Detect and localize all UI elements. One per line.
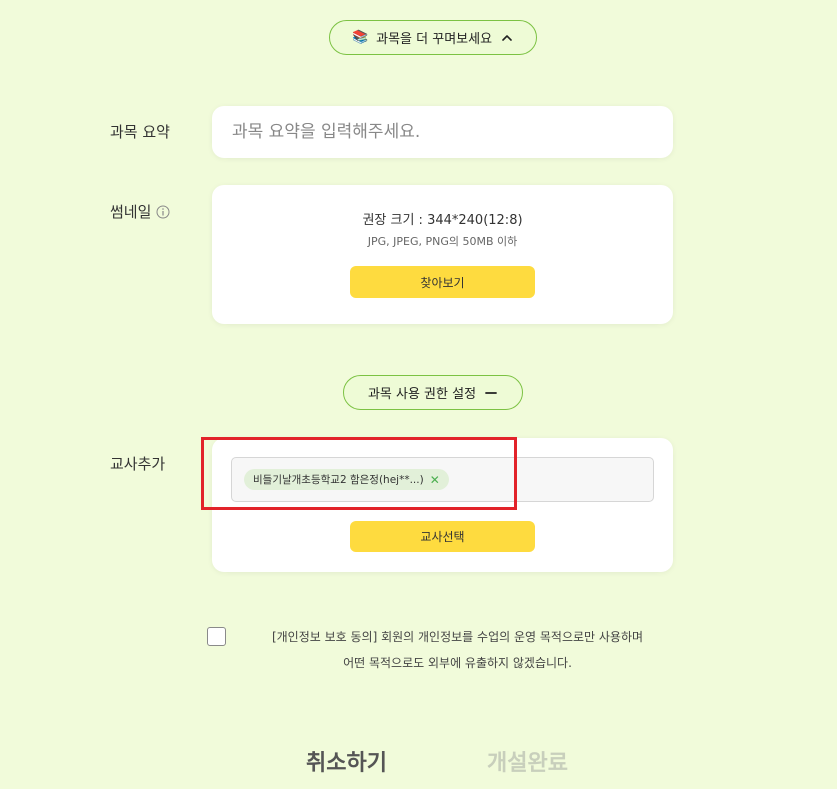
thumbnail-card: 권장 크기 : 344*240(12:8) JPG, JPEG, PNG의 50… (212, 185, 673, 324)
minus-icon (485, 391, 497, 394)
complete-button[interactable]: 개설완료 (487, 745, 568, 777)
permission-toggle-label: 과목 사용 권한 설정 (367, 387, 477, 402)
consent-text: [개인정보 보호 동의] 회원의 개인정보를 수업의 운영 목적으로만 사용하며… (230, 624, 685, 676)
select-teacher-button[interactable]: 교사선택 (350, 521, 535, 552)
consent-line-2: 어떤 목적으로도 외부에 유출하지 않겠습니다. (343, 656, 572, 670)
decorate-toggle-label: 과목을 더 꾸며보세요 (376, 32, 493, 47)
teacher-label: 교사추가 (110, 455, 166, 473)
chevron-up-icon (502, 34, 512, 41)
close-icon[interactable]: ✕ (430, 474, 440, 486)
teacher-chip-label: 비들기날개초등학교2 함은정(hej**...) (253, 474, 424, 486)
decorate-toggle-button[interactable]: 📚 과목을 더 꾸며보세요 (329, 20, 537, 55)
cancel-button[interactable]: 취소하기 (306, 745, 387, 777)
permission-toggle-button[interactable]: 과목 사용 권한 설정 (343, 375, 523, 410)
recommended-size-text: 권장 크기 : 344*240(12:8) (362, 213, 523, 228)
teacher-chip: 비들기날개초등학교2 함은정(hej**...) ✕ (244, 469, 449, 490)
summary-label: 과목 요약 (110, 123, 170, 141)
thumbnail-label: 썸네일 (110, 201, 170, 222)
consent-checkbox[interactable] (207, 627, 226, 646)
consent-line-1: [개인정보 보호 동의] 회원의 개인정보를 수업의 운영 목적으로만 사용하며 (271, 630, 644, 644)
teacher-select-field[interactable]: 비들기날개초등학교2 함은정(hej**...) ✕ (231, 457, 654, 502)
info-circle-icon[interactable] (156, 205, 170, 219)
format-info-text: JPG, JPEG, PNG의 50MB 이하 (367, 235, 518, 248)
browse-button[interactable]: 찾아보기 (350, 266, 535, 298)
books-emoji-icon: 📚 (351, 30, 369, 45)
teacher-card: 비들기날개초등학교2 함은정(hej**...) ✕ 교사선택 (212, 438, 673, 572)
thumbnail-label-text: 썸네일 (110, 203, 152, 221)
summary-input[interactable] (212, 106, 673, 158)
